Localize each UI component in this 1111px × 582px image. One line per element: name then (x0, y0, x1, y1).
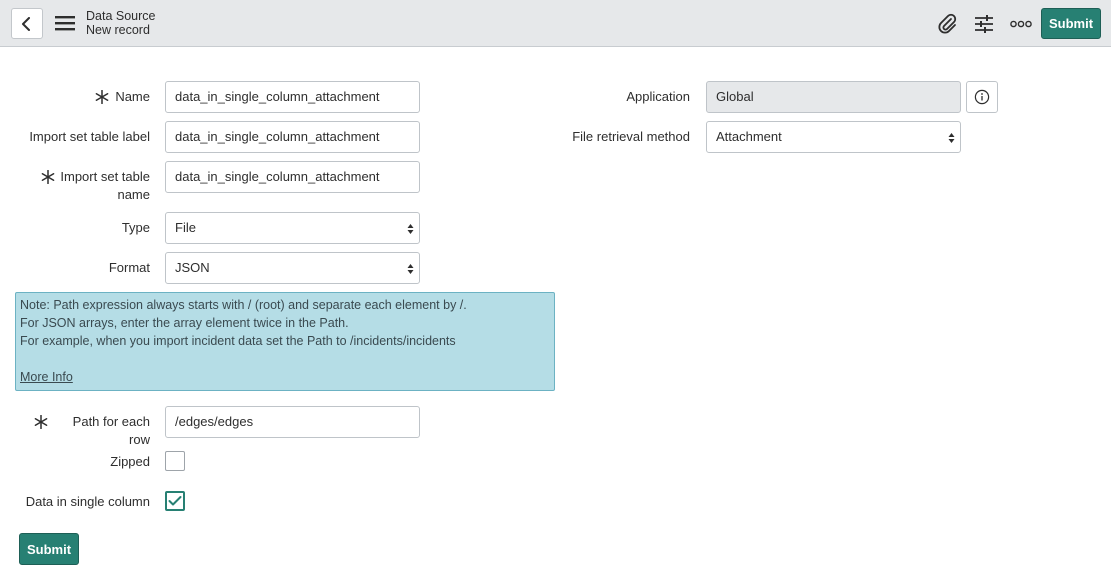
form-title-table: Data Source (86, 9, 156, 23)
type-label: Type (121, 220, 150, 235)
zipped-label: Zipped (110, 454, 150, 469)
mandatory-icon (41, 170, 55, 184)
more-info-link[interactable]: More Info (20, 370, 73, 384)
more-options-button[interactable] (1008, 11, 1034, 37)
import-set-table-name-input[interactable]: data_in_single_column_attachment (165, 161, 420, 193)
format-select[interactable]: JSON (165, 252, 420, 284)
application-info-button[interactable] (966, 81, 998, 113)
type-select-value: File (175, 220, 196, 235)
info-icon (974, 89, 990, 105)
file-retrieval-method-label: File retrieval method (572, 129, 690, 144)
type-select[interactable]: File (165, 212, 420, 244)
path-for-each-row-label: Path for each row (72, 414, 150, 447)
mandatory-icon (34, 415, 48, 429)
note-line-1: Note: Path expression always starts with… (20, 298, 467, 312)
import-set-table-label-input[interactable]: data_in_single_column_attachment (165, 121, 420, 153)
select-arrows-icon (407, 224, 414, 234)
paperclip-icon (938, 13, 957, 34)
checkmark-icon (168, 496, 182, 506)
data-in-single-column-label: Data in single column (25, 494, 150, 509)
form-header: Data Source New record Submit (0, 0, 1111, 47)
import-set-table-name-label: Import set table name (56, 168, 150, 204)
path-expression-note: Note: Path expression always starts with… (15, 292, 555, 391)
data-in-single-column-checkbox[interactable] (165, 491, 185, 511)
format-label: Format (108, 260, 150, 275)
application-label: Application (626, 89, 690, 104)
back-icon (22, 16, 30, 31)
form-title-record: New record (86, 23, 150, 37)
zipped-checkbox[interactable] (165, 451, 185, 471)
import-set-table-name-label-line2: name (117, 187, 150, 202)
form-title: Data Source New record (86, 9, 155, 37)
select-arrows-icon (948, 133, 955, 143)
personalize-form-button[interactable] (971, 11, 997, 37)
import-set-table-label-label: Import set table label (29, 129, 150, 144)
import-set-table-name-label-line1: Import set table (60, 169, 150, 184)
form-submit-button[interactable]: Submit (19, 533, 79, 565)
file-retrieval-method-select[interactable]: Attachment (706, 121, 961, 153)
note-line-2: For JSON arrays, enter the array element… (20, 316, 349, 330)
file-retrieval-method-value: Attachment (716, 129, 782, 144)
select-arrows-icon (407, 264, 414, 274)
path-for-each-row-input[interactable]: /edges/edges (165, 406, 420, 438)
back-button[interactable] (11, 8, 43, 39)
hamburger-menu-icon (55, 16, 75, 31)
header-submit-button[interactable]: Submit (1041, 8, 1101, 39)
application-field: Global (706, 81, 961, 113)
mandatory-icon (95, 90, 109, 104)
note-line-3: For example, when you import incident da… (20, 334, 456, 348)
name-input[interactable]: data_in_single_column_attachment (165, 81, 420, 113)
attachment-button[interactable] (934, 11, 960, 37)
name-label: Name (115, 89, 150, 104)
more-options-icon (1010, 20, 1032, 28)
format-select-value: JSON (175, 260, 210, 275)
hamburger-menu-button[interactable] (54, 14, 76, 32)
sliders-icon (975, 15, 993, 33)
